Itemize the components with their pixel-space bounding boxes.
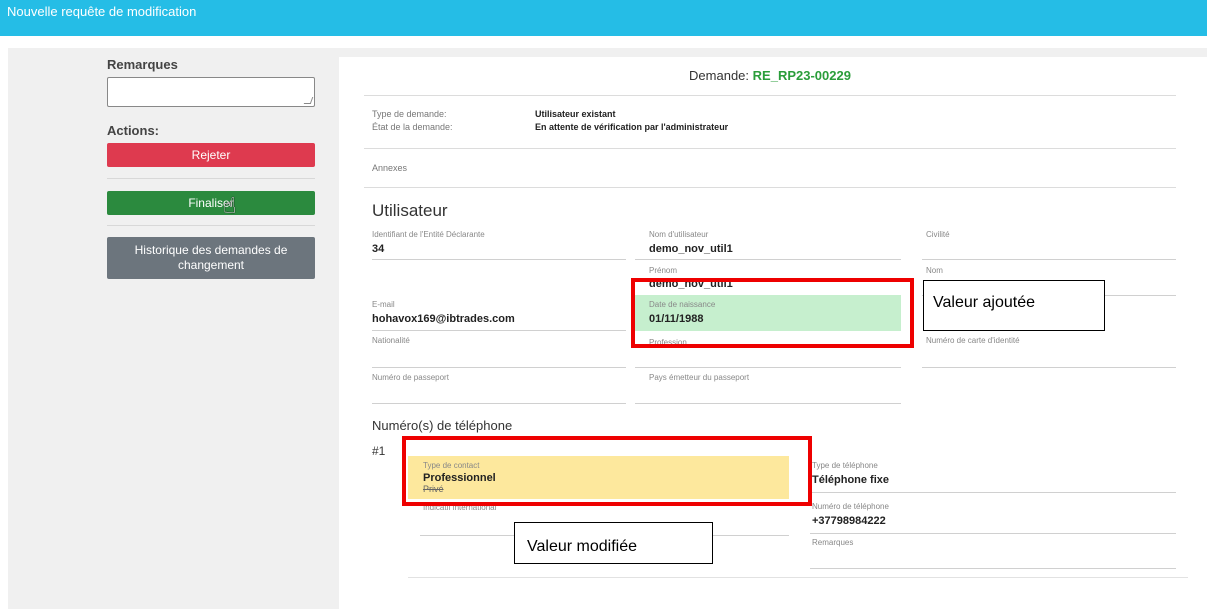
field-underline xyxy=(922,367,1176,368)
modified-annotation-frame xyxy=(402,436,812,506)
user-section-title: Utilisateur xyxy=(372,201,448,220)
divider xyxy=(364,187,1176,188)
id-card-field: Numéro de carte d'identité xyxy=(926,336,1020,345)
field-label: Prénom xyxy=(649,266,678,275)
history-button-line1: Historique des demandes de xyxy=(134,243,288,257)
field-underline xyxy=(635,403,901,404)
nationality-field: Nationalité xyxy=(372,336,410,345)
reject-button[interactable]: Rejeter xyxy=(107,143,315,167)
email-field: E-mail hohavox169@ibtrades.com xyxy=(372,300,515,325)
actions-label: Actions: xyxy=(107,123,159,138)
phone-type-field: Type de téléphone Téléphone fixe xyxy=(812,461,889,486)
hand-pointer-icon: ☝ xyxy=(223,193,237,218)
field-underline xyxy=(810,568,1176,569)
field-label: Nom xyxy=(926,266,943,275)
divider xyxy=(107,225,315,226)
username-field: Nom d'utilisateur demo_nov_util1 xyxy=(649,230,733,255)
phone-number-field: Numéro de téléphone +37798984222 xyxy=(812,502,889,527)
field-label: Numéro de passeport xyxy=(372,373,449,382)
field-underline xyxy=(635,259,901,260)
field-label: Nom d'utilisateur xyxy=(649,230,709,239)
field-label: E-mail xyxy=(372,300,395,309)
passport-field: Numéro de passeport xyxy=(372,373,449,382)
phone-index: #1 xyxy=(372,444,386,458)
history-button-line2: changement xyxy=(177,258,245,272)
annexes-label: Annexes xyxy=(372,163,408,173)
field-underline xyxy=(372,403,626,404)
field-label: Pays émetteur du passeport xyxy=(649,373,750,382)
field-label: Numéro de téléphone xyxy=(812,502,889,511)
resize-grip-icon[interactable] xyxy=(303,97,314,104)
request-number: RE_RP23-00229 xyxy=(752,68,851,83)
field-value: hohavox169@ibtrades.com xyxy=(372,313,515,325)
field-label: Nationalité xyxy=(372,336,410,345)
request-type-label: Type de demande: xyxy=(372,109,447,119)
field-label: Identifiant de l'Entité Déclarante xyxy=(372,230,485,239)
phone-remarks-field: Remarques xyxy=(812,538,853,547)
finalize-button[interactable]: Finaliser xyxy=(107,191,315,215)
lastname-field: Nom xyxy=(926,266,943,279)
phone-section-title: Numéro(s) de téléphone xyxy=(372,418,513,433)
divider xyxy=(408,577,1188,578)
field-label: Remarques xyxy=(812,538,854,547)
field-underline xyxy=(810,533,1176,534)
field-value: Téléphone fixe xyxy=(812,474,890,486)
field-underline xyxy=(635,367,901,368)
field-underline xyxy=(372,330,626,331)
remarques-label: Remarques xyxy=(107,57,178,72)
page-title: Nouvelle requête de modification xyxy=(7,4,197,19)
divider xyxy=(364,148,1176,149)
field-underline xyxy=(372,259,626,260)
field-underline xyxy=(810,492,1176,493)
title-bar: Nouvelle requête de modification xyxy=(0,0,1207,36)
field-label: Numéro de carte d'identité xyxy=(926,336,1020,345)
added-annotation-frame xyxy=(631,278,914,348)
field-value: 34 xyxy=(372,243,385,255)
added-value-callout: Valeur ajoutée xyxy=(923,280,1105,331)
history-button[interactable]: Historique des demandes de changement xyxy=(107,237,315,279)
request-state-value: En attente de vérification par l'adminis… xyxy=(535,122,729,132)
remarques-textarea[interactable] xyxy=(107,77,315,107)
field-underline xyxy=(922,259,1176,260)
field-value: demo_nov_util1 xyxy=(649,243,733,255)
request-type-value: Utilisateur existant xyxy=(535,109,616,119)
passport-country-field: Pays émetteur du passeport xyxy=(649,373,749,382)
request-label: Demande: xyxy=(689,68,750,83)
request-header: Demande: RE_RP23-00229 xyxy=(364,68,1176,83)
divider xyxy=(364,95,1176,96)
field-underline xyxy=(372,367,626,368)
modified-value-callout: Valeur modifiée xyxy=(514,522,713,564)
request-state-label: État de la demande: xyxy=(372,122,453,132)
entity-id-field: Identifiant de l'Entité Déclarante 34 xyxy=(372,230,485,255)
field-label: Civilité xyxy=(926,230,950,239)
civility-field: Civilité xyxy=(926,230,950,243)
divider xyxy=(107,178,315,179)
field-label: Type de téléphone xyxy=(812,461,878,470)
field-value: +37798984222 xyxy=(812,515,886,527)
